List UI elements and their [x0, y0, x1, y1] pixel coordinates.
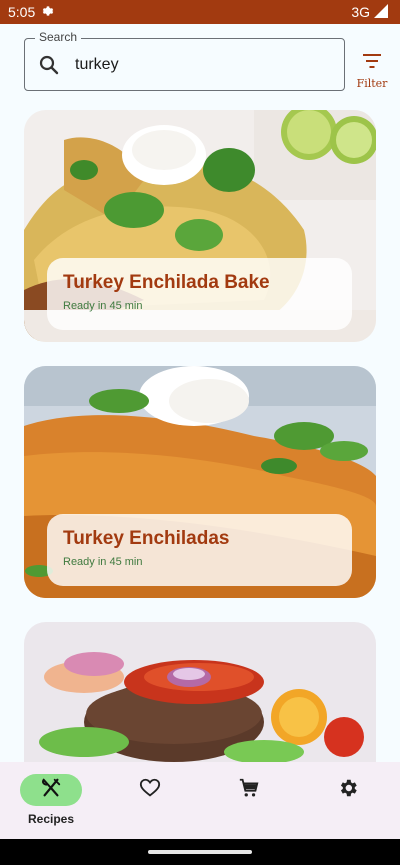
recipe-time-2: Ready in 45 min	[63, 556, 143, 568]
recipe-title-1: Turkey Enchilada Bake	[63, 272, 270, 293]
status-bar: 5:05 3G	[0, 0, 400, 24]
heart-icon	[139, 777, 161, 804]
recipe-title-2: Turkey Enchiladas	[63, 528, 230, 549]
status-time: 5:05	[8, 4, 36, 20]
app-screen: 5:05 3G Search turkey Filter Turkey Ench…	[0, 0, 400, 865]
search-label: Search	[35, 30, 82, 44]
filter-button[interactable]: Filter	[352, 52, 392, 92]
nav-pill-cart	[218, 774, 280, 806]
nav-label-recipes: Recipes	[27, 812, 75, 826]
recipe-card-1[interactable]: Turkey Enchilada Bake Ready in 45 min	[24, 110, 376, 342]
fork-knife-icon	[40, 777, 62, 804]
system-nav-bar	[0, 839, 400, 865]
filter-icon	[361, 52, 383, 75]
network-type: 3G	[351, 4, 370, 20]
signal-icon	[374, 3, 388, 21]
nav-item-recipes[interactable]: Recipes	[19, 774, 83, 834]
search-input[interactable]: turkey	[75, 56, 119, 74]
search-field[interactable]: Search turkey	[24, 30, 345, 91]
recipe-time-1: Ready in 45 min	[63, 300, 143, 312]
nav-pill-settings	[317, 774, 379, 806]
status-right: 3G	[351, 3, 388, 21]
nav-item-cart[interactable]	[217, 774, 281, 834]
nav-pill-recipes	[20, 774, 82, 806]
nav-item-settings[interactable]	[316, 774, 380, 834]
recipe-card-2[interactable]: Turkey Enchiladas Ready in 45 min	[24, 366, 376, 598]
recipe-info-panel-1: Turkey Enchilada Bake Ready in 45 min	[47, 258, 352, 330]
filter-label: Filter	[356, 77, 388, 90]
recipe-info-panel-2: Turkey Enchiladas Ready in 45 min	[47, 514, 352, 586]
gear-icon	[337, 777, 359, 804]
search-icon	[37, 53, 61, 77]
nav-item-favorites[interactable]	[118, 774, 182, 834]
cart-icon	[238, 777, 260, 804]
nav-pill-favorites	[119, 774, 181, 806]
settings-status-icon	[41, 4, 55, 21]
bottom-navigation: Recipes	[0, 762, 400, 839]
home-indicator[interactable]	[148, 850, 252, 854]
